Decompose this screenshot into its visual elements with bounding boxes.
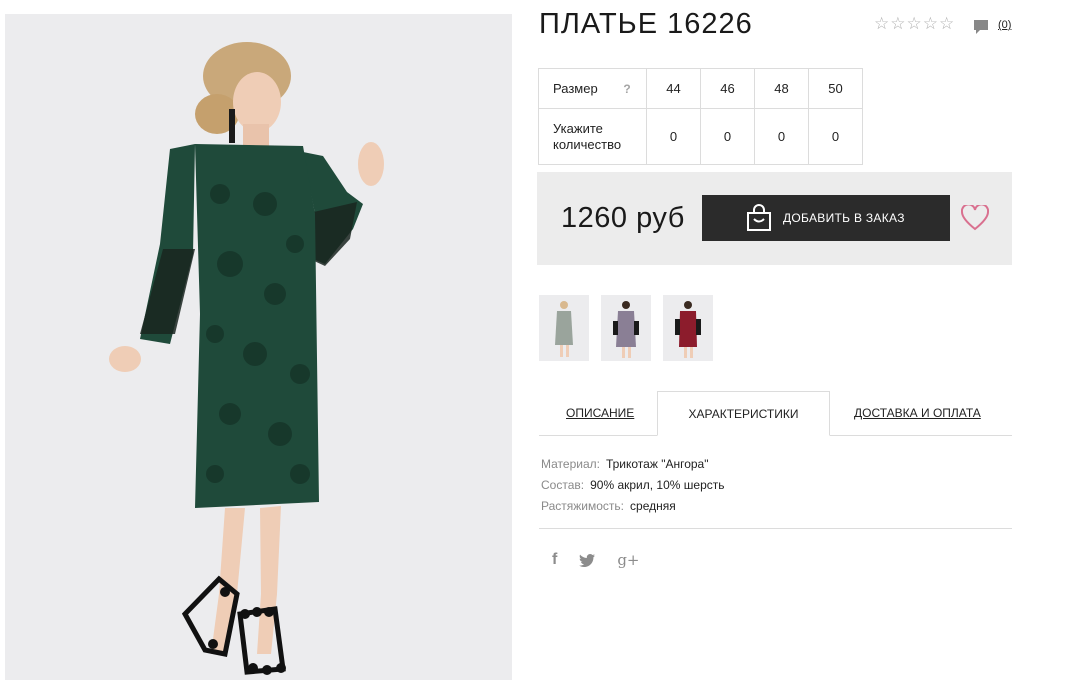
product-tabs: ОПИСАНИЕ ХАРАКТЕРИСТИКИ ДОСТАВКА И ОПЛАТ… bbox=[539, 391, 1012, 436]
comment-icon[interactable] bbox=[972, 18, 990, 36]
tab-characteristics[interactable]: ХАРАКТЕРИСТИКИ bbox=[657, 391, 830, 436]
divider bbox=[539, 528, 1012, 529]
thumbnail-grey-dress[interactable] bbox=[539, 295, 589, 361]
price-panel: 1260 руб ДОБАВИТЬ В ЗАКАЗ bbox=[537, 172, 1012, 265]
size-option[interactable]: 50 bbox=[808, 68, 863, 109]
help-icon[interactable]: ? bbox=[623, 82, 630, 96]
size-label-cell: Размер ? bbox=[538, 68, 647, 109]
color-thumbnails bbox=[539, 295, 713, 361]
twitter-icon[interactable] bbox=[579, 553, 596, 567]
spec-key: Растяжимость: bbox=[541, 499, 625, 513]
product-title: ПЛАТЬЕ 16226 bbox=[539, 8, 753, 40]
spec-row: Материал: Трикотаж "Ангора" bbox=[541, 454, 725, 475]
thumbnail-burgundy-dress[interactable] bbox=[663, 295, 713, 361]
size-option[interactable]: 44 bbox=[646, 68, 701, 109]
tab-description[interactable]: ОПИСАНИЕ bbox=[566, 391, 634, 436]
spec-value: Трикотаж "Ангора" bbox=[605, 457, 709, 471]
spec-row: Состав: 90% акрил, 10% шерсть bbox=[541, 475, 725, 496]
star-icon[interactable]: ☆ bbox=[907, 14, 922, 34]
size-option[interactable]: 46 bbox=[700, 68, 755, 109]
star-icon[interactable]: ☆ bbox=[923, 14, 938, 34]
characteristics-list: Материал: Трикотаж "Ангора" Состав: 90% ак… bbox=[541, 454, 725, 517]
add-to-order-button[interactable]: ДОБАВИТЬ В ЗАКАЗ bbox=[702, 195, 950, 241]
quantity-input[interactable]: 0 bbox=[754, 108, 809, 165]
bag-icon bbox=[747, 204, 771, 231]
social-share: f g+ bbox=[552, 551, 640, 569]
star-icon[interactable]: ☆ bbox=[939, 14, 954, 34]
product-main-photo bbox=[5, 14, 512, 680]
tab-delivery[interactable]: ДОСТАВКА И ОПЛАТА bbox=[854, 391, 981, 436]
quantity-input[interactable]: 0 bbox=[646, 108, 701, 165]
spec-value: средняя bbox=[630, 499, 676, 513]
spec-key: Материал: bbox=[541, 457, 600, 471]
quantity-label: Укажите количество bbox=[538, 108, 647, 165]
size-label: Размер bbox=[553, 80, 598, 96]
spec-row: Растяжимость: средняя bbox=[541, 496, 725, 517]
size-quantity-table: Размер ? 44 46 48 50 Укажите количество … bbox=[538, 68, 863, 165]
add-to-order-label: ДОБАВИТЬ В ЗАКАЗ bbox=[783, 211, 905, 225]
google-plus-icon[interactable]: g+ bbox=[617, 551, 639, 569]
rating-stars[interactable]: ☆ ☆ ☆ ☆ ☆ bbox=[874, 14, 954, 34]
facebook-icon[interactable]: f bbox=[552, 551, 557, 569]
product-price: 1260 руб bbox=[561, 202, 685, 234]
thumbnail-floral-dress[interactable] bbox=[601, 295, 651, 361]
spec-key: Состав: bbox=[541, 478, 585, 492]
star-icon[interactable]: ☆ bbox=[890, 14, 905, 34]
size-option[interactable]: 48 bbox=[754, 68, 809, 109]
quantity-input[interactable]: 0 bbox=[700, 108, 755, 165]
star-icon[interactable]: ☆ bbox=[874, 14, 889, 34]
spec-value: 90% акрил, 10% шерсть bbox=[590, 478, 725, 492]
heart-icon[interactable] bbox=[961, 205, 989, 231]
quantity-input[interactable]: 0 bbox=[808, 108, 863, 165]
comment-count-link[interactable]: (0) bbox=[998, 19, 1011, 31]
